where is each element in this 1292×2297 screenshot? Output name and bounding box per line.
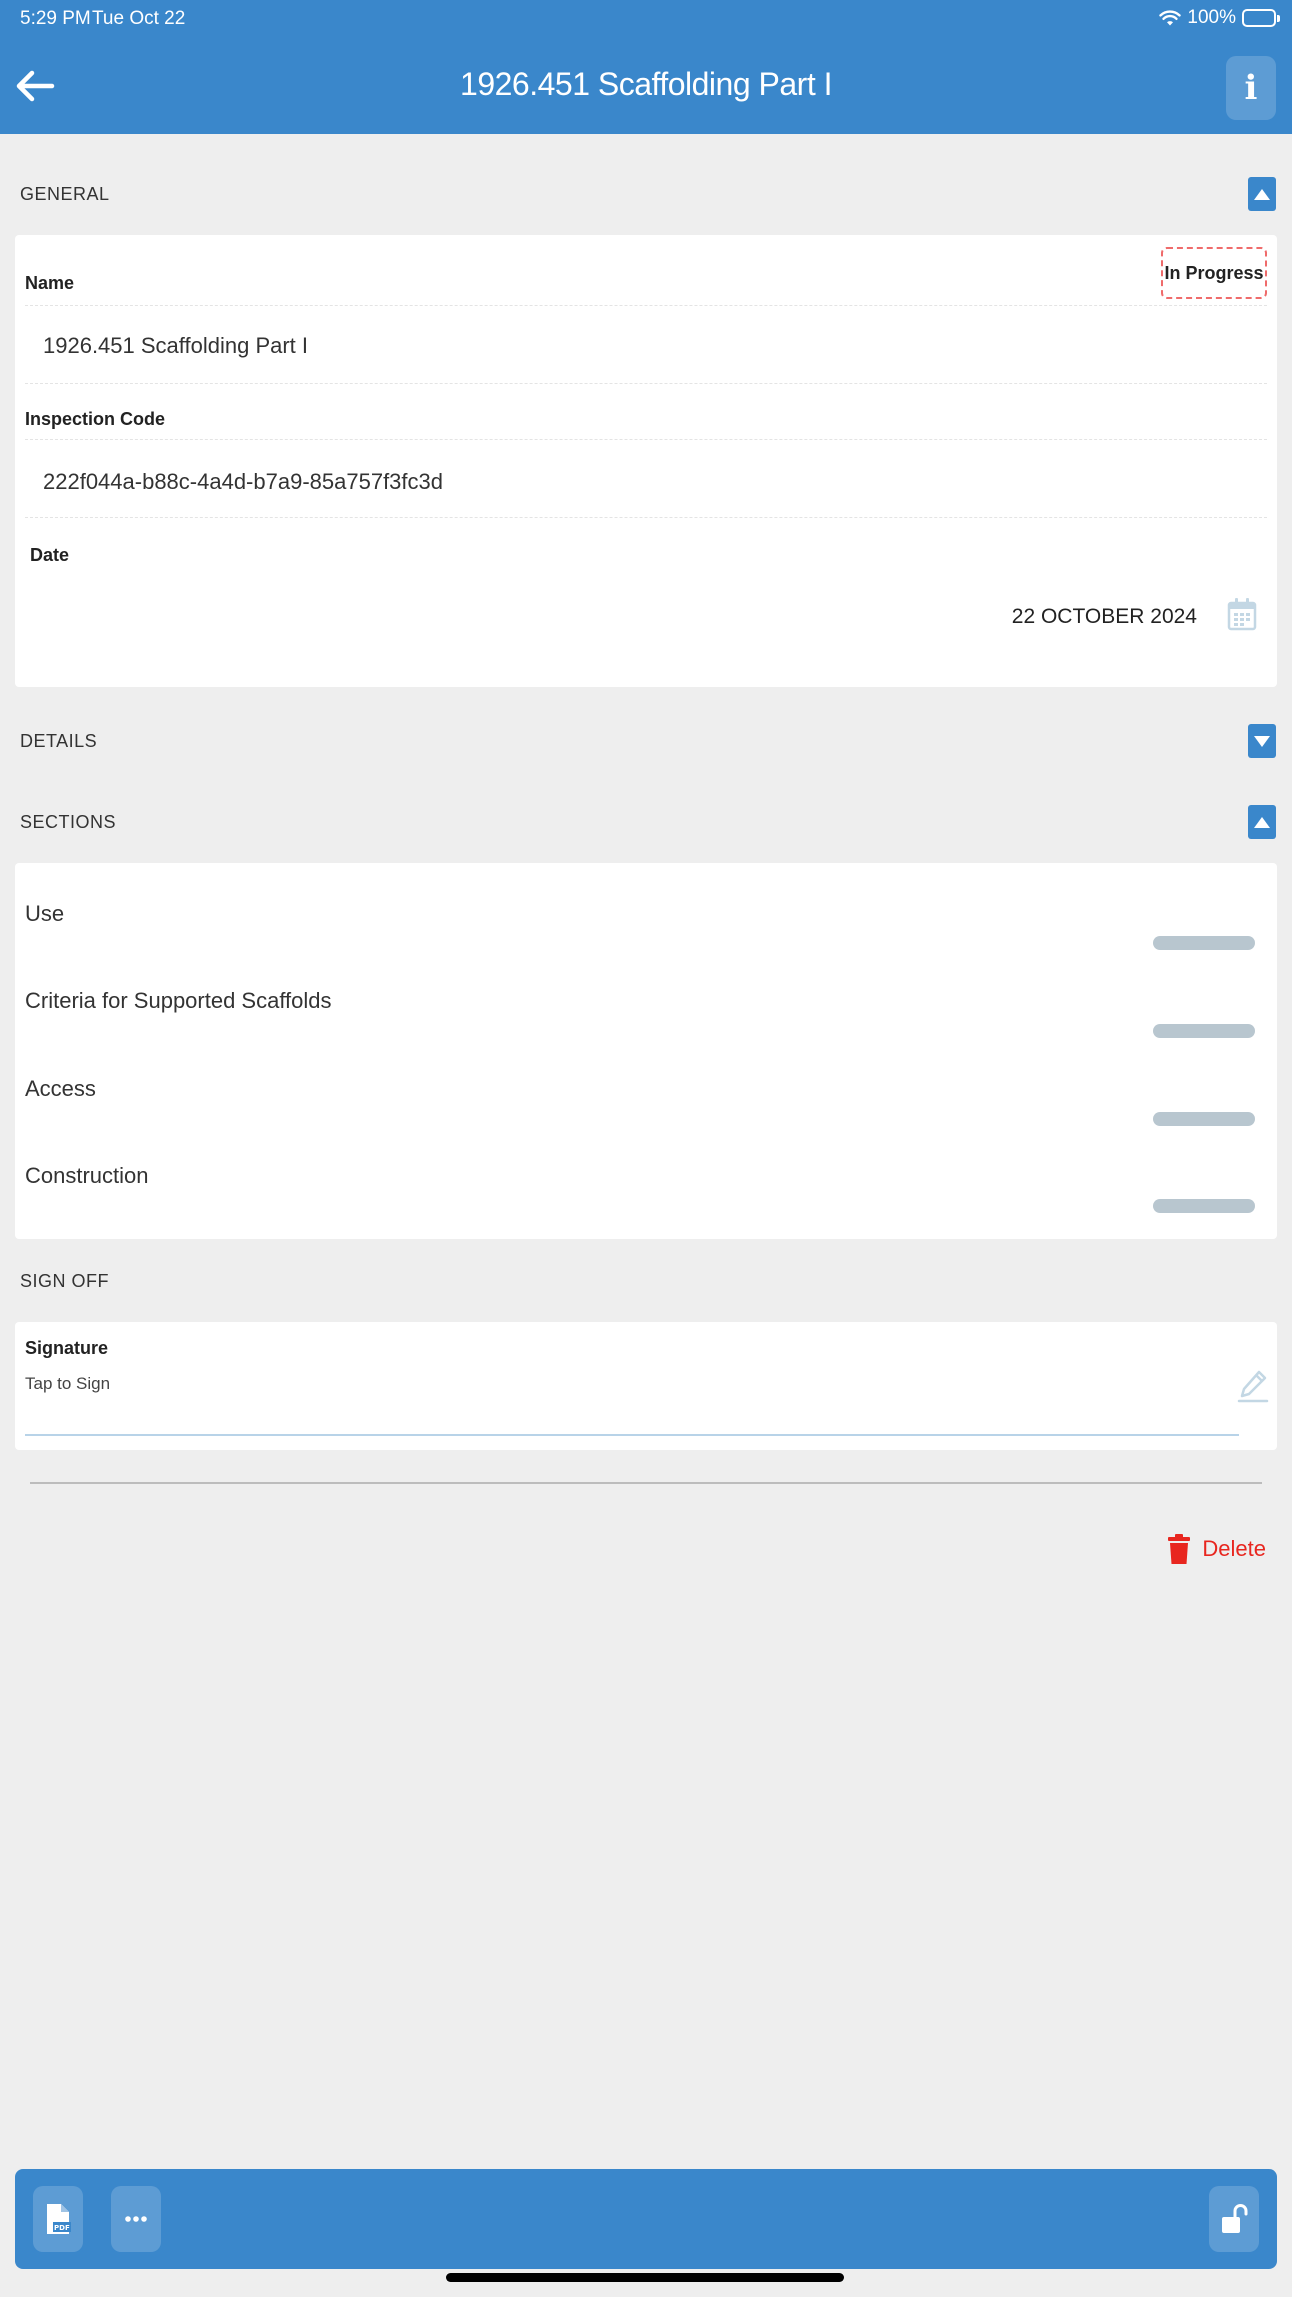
status-date: Tue Oct 22 [92,8,186,29]
calendar-icon[interactable] [1227,597,1257,631]
section-item-label: Use [25,901,65,926]
signature-label: Signature [25,1338,109,1358]
trash-icon [1168,1534,1191,1564]
date-field[interactable]: 22 OCTOBER 2024 [1012,605,1197,629]
unlock-icon [1222,2204,1248,2233]
battery-icon [1242,9,1280,27]
divider [30,1482,1262,1484]
inspection-code-label: Inspection Code [25,409,166,429]
pen-icon[interactable] [1237,1368,1269,1404]
section-label-sign-off: SIGN OFF [20,1271,109,1291]
section-item-label: Construction [25,1163,149,1188]
svg-text:PDF: PDF [54,2224,70,2232]
section-item-label: Criteria for Supported Scaffolds [25,988,332,1013]
sections-card: Use Criteria for Supported Scaffolds Acc… [15,863,1277,1239]
sections-collapse-button[interactable] [1248,805,1276,839]
divider [25,439,1267,440]
home-indicator [446,2273,844,2282]
section-label-general: GENERAL [20,184,110,204]
divider [25,517,1267,518]
delete-label: Delete [1202,1536,1266,1561]
caret-up-icon [1254,816,1270,828]
date-label: Date [30,545,70,565]
section-progress-bar [1153,1199,1255,1213]
pdf-button[interactable]: PDF [33,2186,83,2252]
info-icon: i [1244,68,1258,108]
general-card: In Progress Name 1926.451 Scaffolding Pa… [15,235,1277,687]
section-item-label: Access [25,1076,96,1101]
general-collapse-button[interactable] [1248,177,1276,211]
inspection-code-field[interactable]: 222f044a-b88c-4a4d-b7a9-85a757f3fc3d [43,469,443,495]
status-badge: In Progress [1161,247,1267,299]
pdf-file-icon: PDF [47,2204,71,2234]
app-header: 5:29 PM Tue Oct 22 100% 1926.451 Scaffol… [0,0,1292,134]
status-time: 5:29 PM [20,8,91,29]
section-progress-bar [1153,936,1255,950]
name-label: Name [25,273,75,293]
section-progress-bar [1153,1112,1255,1126]
section-progress-bar [1153,1024,1255,1038]
bottom-toolbar: PDF [15,2169,1277,2269]
section-label-details: DETAILS [20,731,98,751]
more-button[interactable] [111,2186,161,2252]
caret-up-icon [1254,188,1270,200]
info-button[interactable]: i [1226,56,1276,120]
wifi-icon [1159,10,1182,26]
divider [25,383,1267,384]
section-label-sections: SECTIONS [20,812,117,832]
page-title: 1926.451 Scaffolding Part I [460,66,832,102]
caret-down-icon [1254,735,1270,747]
more-horizontal-icon [125,2216,147,2222]
details-expand-button[interactable] [1248,724,1276,758]
signature-line [25,1434,1239,1436]
delete-button[interactable]: Delete [1168,1534,1266,1564]
unlock-button[interactable] [1209,2186,1259,2252]
status-indicators: 100% [1159,7,1280,29]
battery-percent: 100% [1187,7,1236,28]
signature-hint[interactable]: Tap to Sign [25,1374,110,1394]
name-field[interactable]: 1926.451 Scaffolding Part I [43,333,308,359]
divider [25,305,1267,306]
signature-card[interactable]: Signature Tap to Sign [15,1322,1277,1450]
